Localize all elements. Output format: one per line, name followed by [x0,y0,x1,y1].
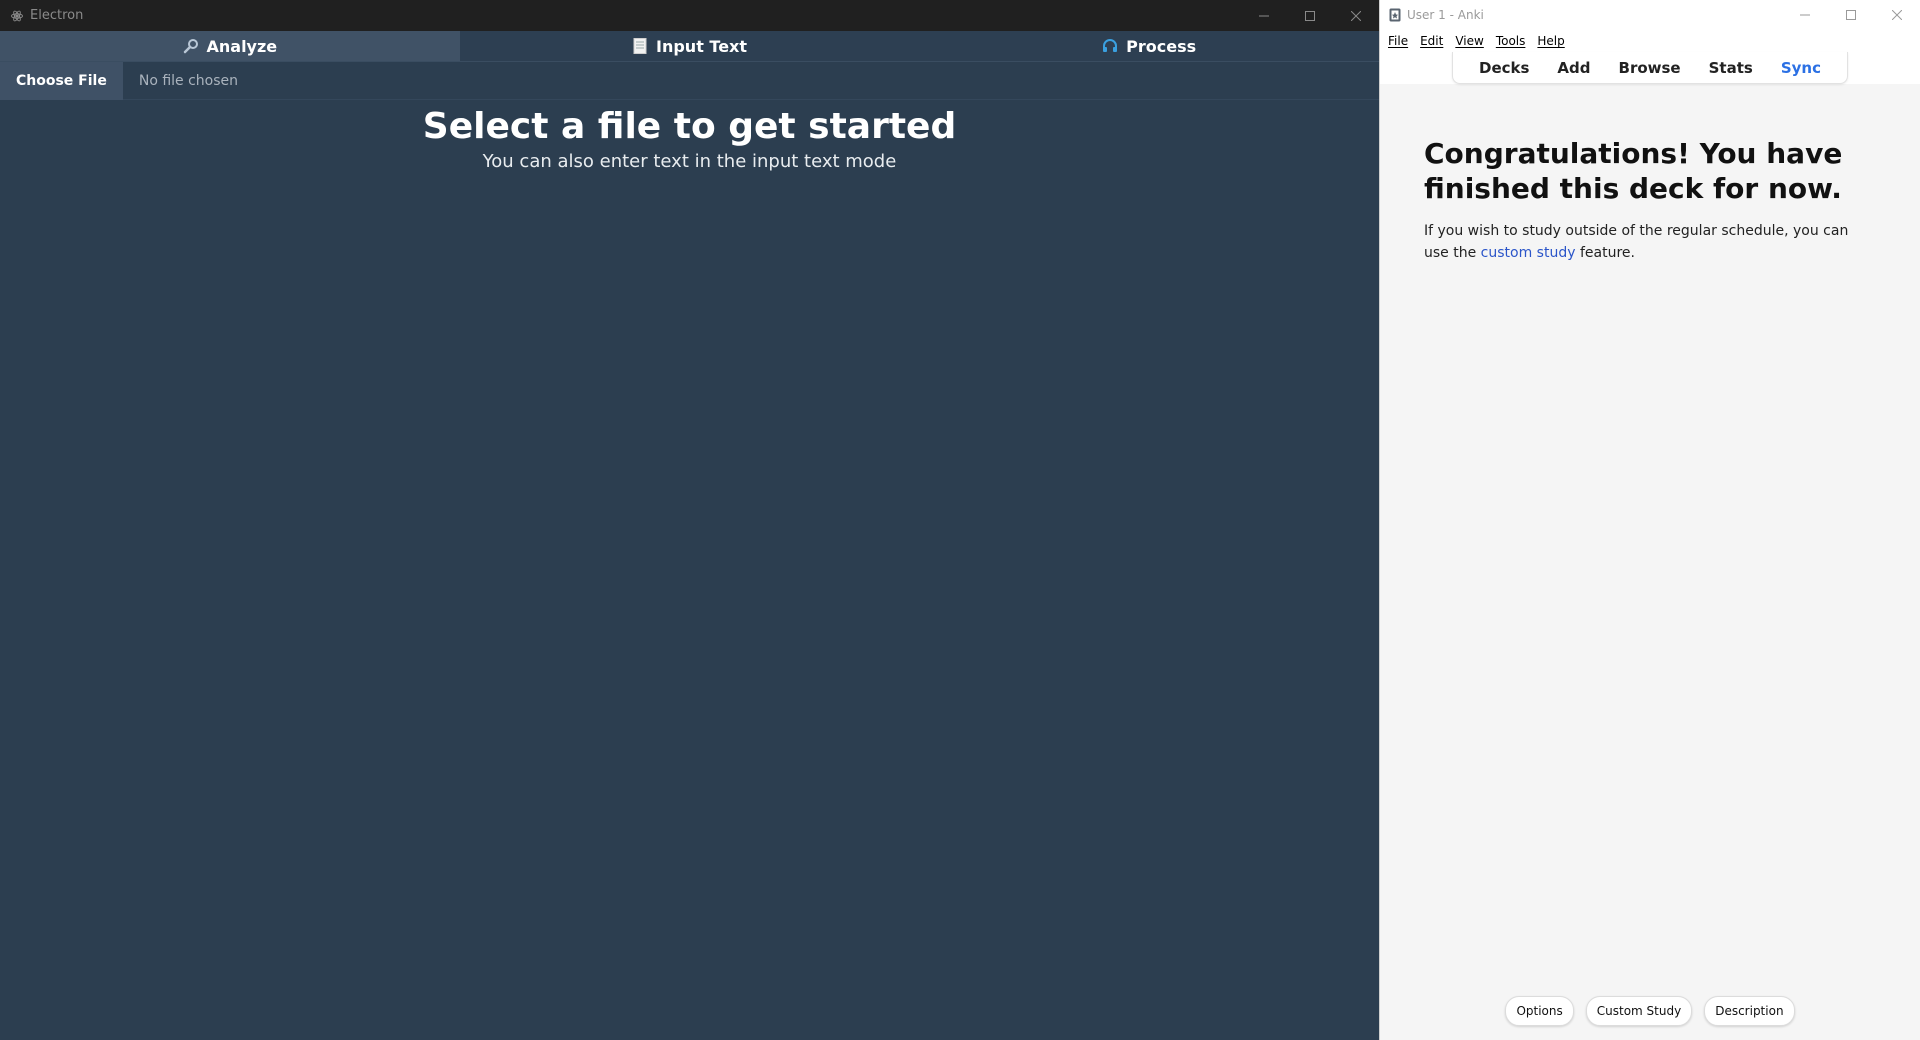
anki-window-title: User 1 - Anki [1407,8,1484,22]
toolbar-browse[interactable]: Browse [1605,59,1695,77]
headset-icon [1102,38,1118,54]
anki-window: User 1 - Anki File Edit View Tools Help … [1379,0,1920,1040]
page-subtitle: You can also enter text in the input tex… [482,151,897,172]
tab-analyze[interactable]: Analyze [0,31,460,61]
minimize-icon[interactable] [1782,0,1828,30]
toolbar-sync[interactable]: Sync [1767,59,1835,77]
menu-tools[interactable]: Tools [1496,34,1526,48]
congrats-heading: Congratulations! You have finished this … [1424,137,1843,205]
maximize-icon[interactable] [1287,0,1333,31]
menu-help[interactable]: Help [1537,34,1564,48]
anki-app-icon [1388,8,1401,22]
close-icon[interactable] [1333,0,1379,31]
description-button[interactable]: Description [1704,996,1795,1026]
tab-analyze-label: Analyze [206,36,278,56]
tab-process[interactable]: Process [919,31,1379,61]
tab-input-text-label: Input Text [656,36,748,56]
options-button[interactable]: Options [1505,996,1574,1026]
no-file-chosen-text: No file chosen [138,72,239,89]
page-title: Select a file to get started [422,106,957,147]
anki-bottom-bar: Options Custom Study Description [1380,996,1920,1026]
file-picker-row: Choose File No file chosen [0,61,1379,100]
electron-tab-bar: Analyze Input Text Process [0,31,1379,62]
menu-file[interactable]: File [1388,34,1408,48]
electron-titlebar: Electron [0,0,1379,31]
toolbar-add[interactable]: Add [1543,59,1604,77]
minimize-icon[interactable] [1241,0,1287,31]
custom-study-link[interactable]: custom study [1481,245,1576,261]
anki-toolbar-wrap: Decks Add Browse Stats Sync [1380,52,1920,84]
toolbar-stats[interactable]: Stats [1695,59,1767,77]
document-icon [632,38,648,54]
anki-content: Congratulations! You have finished this … [1380,136,1920,265]
choose-file-button[interactable]: Choose File [0,61,123,100]
anki-menu-bar: File Edit View Tools Help [1380,30,1920,52]
electron-window-title: Electron [30,8,84,23]
anki-titlebar: User 1 - Anki [1380,0,1920,30]
tab-input-text[interactable]: Input Text [460,31,920,61]
body-text-suffix: feature. [1579,245,1635,262]
electron-window: Electron Analyze Input Text Process Choo… [0,0,1379,1040]
tab-process-label: Process [1126,36,1197,56]
toolbar-decks[interactable]: Decks [1465,59,1543,77]
anki-toolbar: Decks Add Browse Stats Sync [1452,52,1848,84]
electron-app-icon [10,9,24,23]
maximize-icon[interactable] [1828,0,1874,30]
congrats-body: If you wish to study outside of the regu… [1424,220,1868,265]
close-icon[interactable] [1874,0,1920,30]
menu-edit[interactable]: Edit [1420,34,1443,48]
magnifier-icon [183,38,199,54]
custom-study-button[interactable]: Custom Study [1585,996,1693,1026]
menu-view[interactable]: View [1455,34,1483,48]
